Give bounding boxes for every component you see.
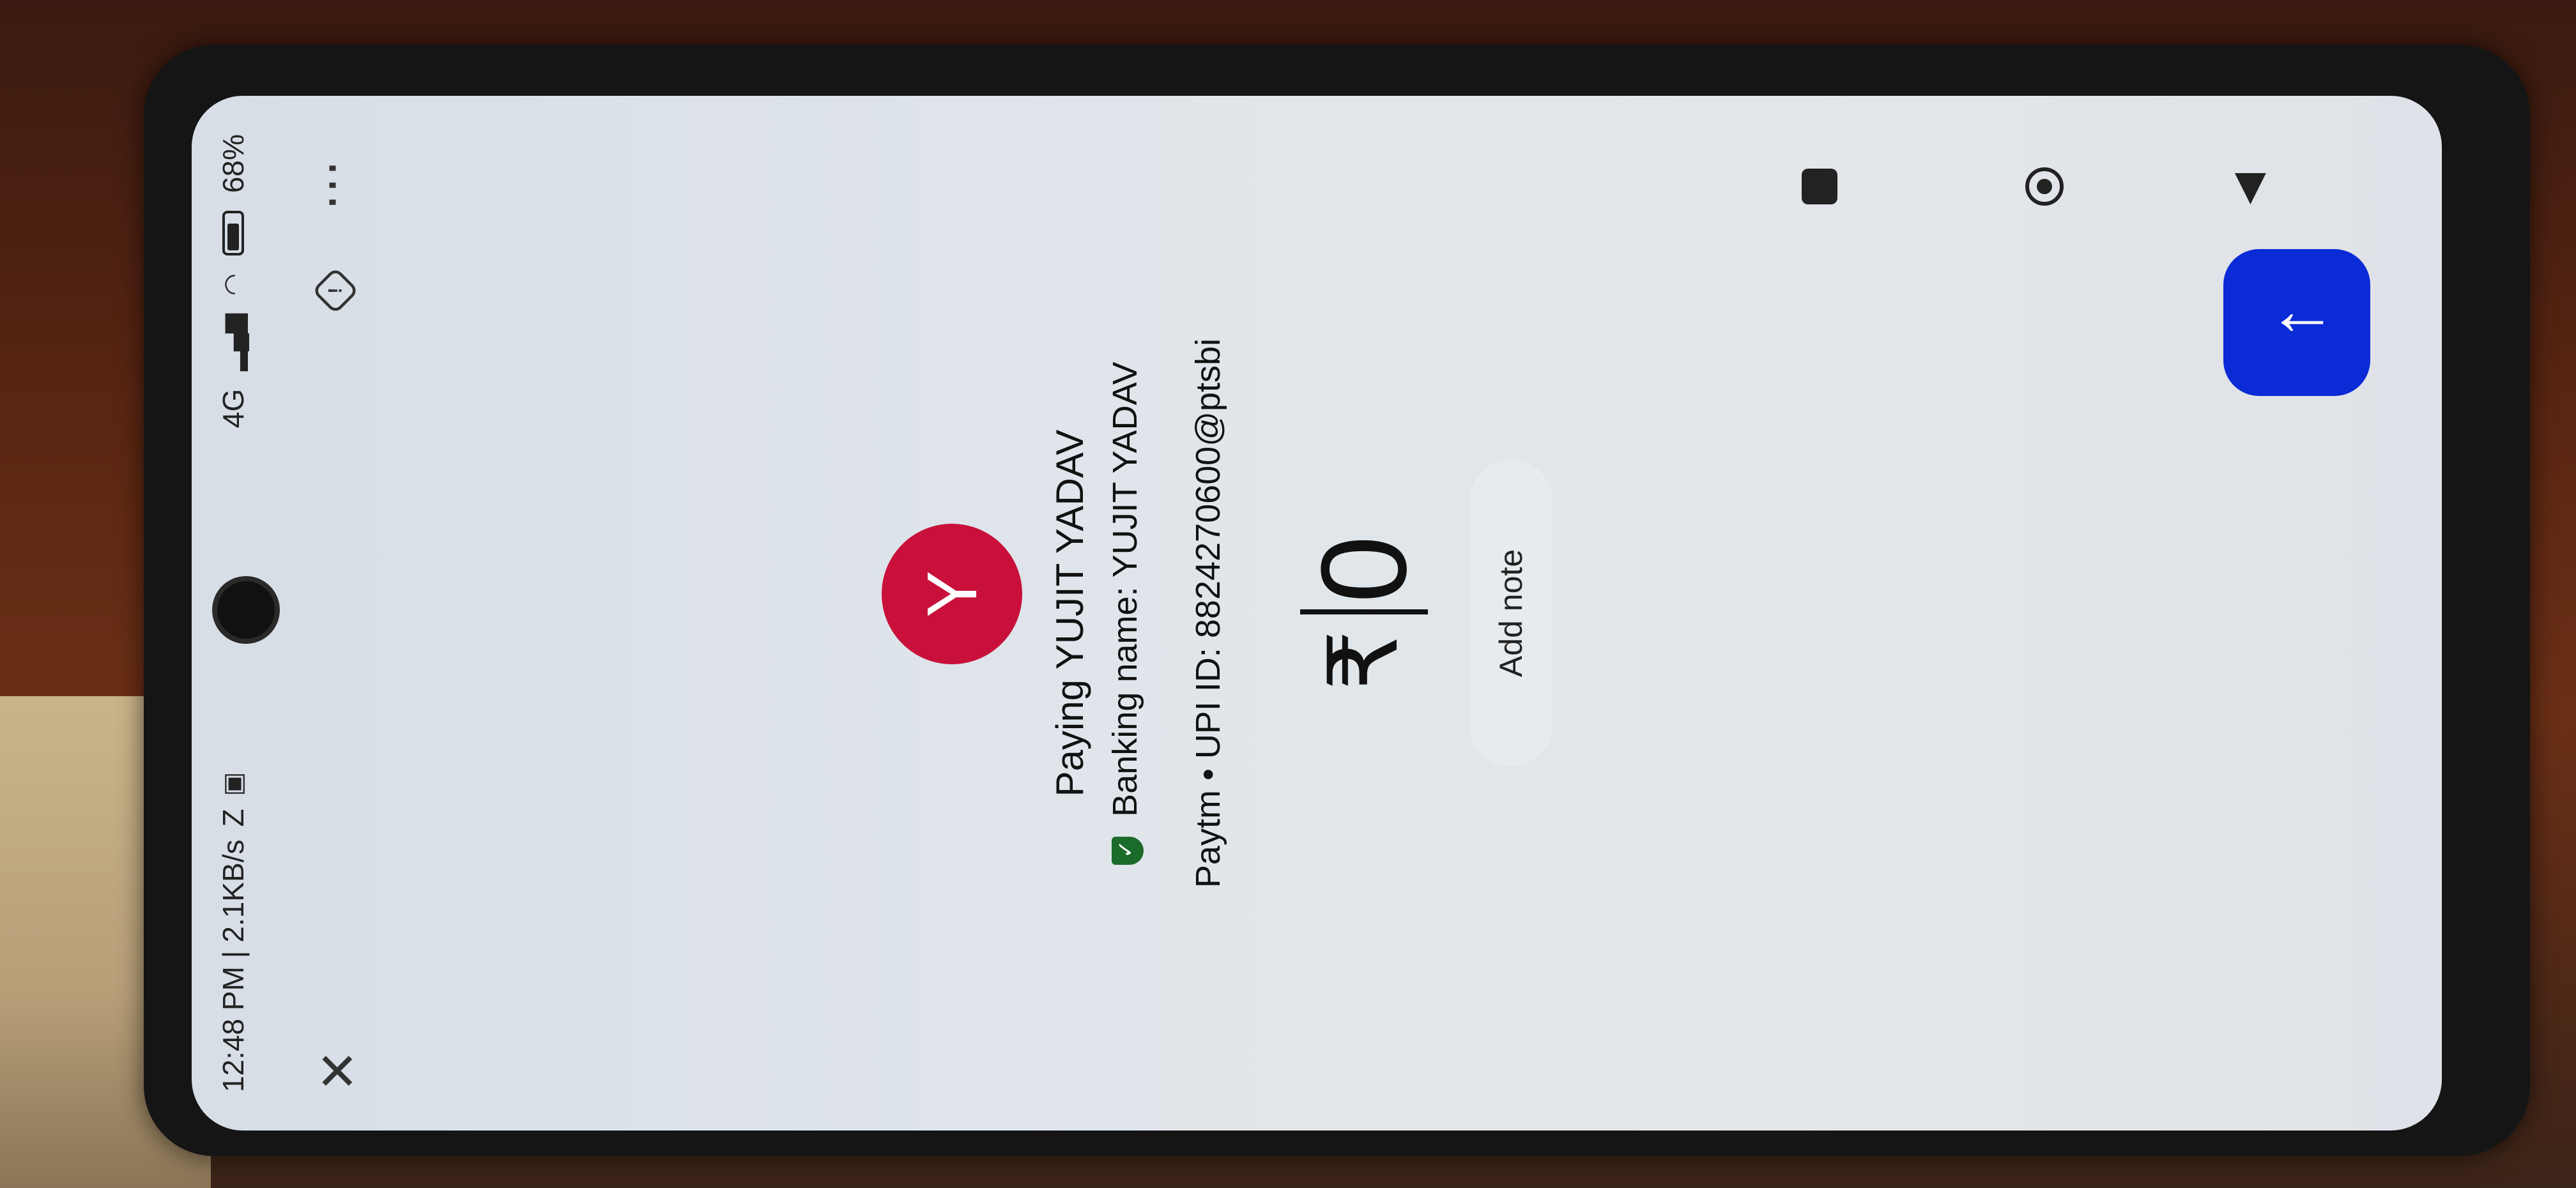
top-bar: ✕ ! ⋯ [294,96,383,1131]
report-button[interactable]: ! [311,266,360,315]
home-button[interactable] [2025,167,2064,206]
payee-avatar: Y [882,524,1022,664]
wifi-icon: ◠ [219,273,247,296]
recent-apps-button[interactable] [1802,169,1837,204]
text-cursor [1300,609,1428,615]
banking-name: Banking name: YUJIT YADAV [1106,362,1144,817]
paying-title: Paying YUJIT YADAV [1048,429,1091,797]
status-time: 12:48 PM | 2.1KB/s [217,839,250,1093]
verified-shield-icon [1111,836,1144,865]
add-note-button[interactable]: Add note [1469,460,1552,766]
more-options-button[interactable]: ⋯ [302,157,359,211]
amount-value: 0 [1296,535,1432,604]
rupee-symbol: ₹ [1310,630,1417,691]
status-left: 12:48 PM | 2.1KB/s Z ▣ [216,772,250,1092]
close-button[interactable]: ✕ [310,1049,367,1092]
upi-id: Paytm • UPI ID: 8824270600@ptsbi [1189,338,1227,888]
banking-name-row: Banking name: YUJIT YADAV [1105,96,1145,1131]
battery-icon [222,211,244,256]
system-nav-bar: ◀ [1725,134,2428,236]
arrow-up-icon: ↑ [2257,305,2336,340]
signal-icon: ▂▄▆ [219,313,247,371]
battery-percent: 68% [217,134,250,194]
network-type: 4G [217,388,250,429]
amount-input[interactable]: ₹ 0 [1291,96,1438,1131]
front-camera [217,581,275,639]
status-extra: Z [217,809,250,827]
status-right: 4G ▂▄▆ ◠ 68% [216,134,250,428]
report-icon: ! [325,287,346,294]
back-button[interactable]: ◀ [2223,173,2271,204]
phone-screen: 12:48 PM | 2.1KB/s Z ▣ 4G ▂▄▆ ◠ 68% ✕ ! … [192,96,2442,1131]
notification-icon: ▣ [219,772,247,796]
payment-screen: 12:48 PM | 2.1KB/s Z ▣ 4G ▂▄▆ ◠ 68% ✕ ! … [192,96,2442,1131]
send-payment-button[interactable]: ↑ [2223,249,2370,396]
